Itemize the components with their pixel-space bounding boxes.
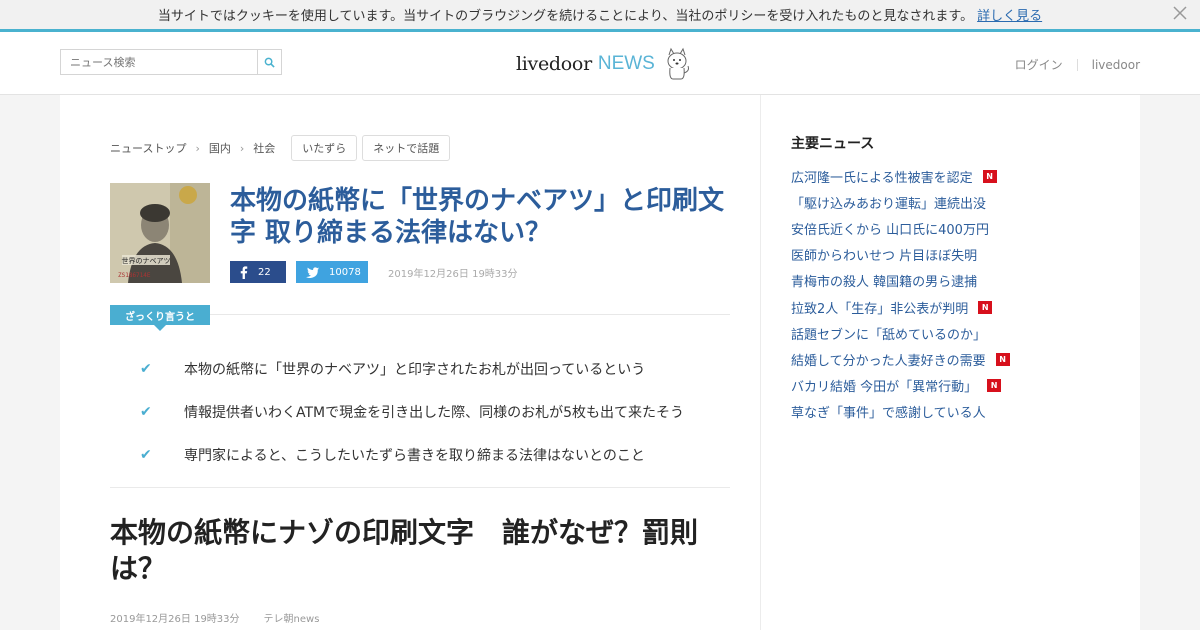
news-list-item[interactable]: 話題セブンに「舐めているのか」 xyxy=(791,320,1010,346)
cookie-message: 当サイトではクッキーを使用しています。当サイトのブラウジングを続けることにより、… xyxy=(157,9,974,24)
breadcrumb-item[interactable]: 社会 xyxy=(253,140,275,156)
tag-button[interactable]: いたずら xyxy=(291,135,358,161)
site-header: livedoor NEWS ログイン livedoor xyxy=(0,32,1200,95)
summary-text: 情報提供者いわくATMで現金を引き出した際、同様のお札が5枚も出て来たそう xyxy=(184,404,685,421)
news-list-item[interactable]: 医師からわいせつ 片目ほぼ失明 xyxy=(791,242,1010,268)
twitter-share-button[interactable]: 10078 xyxy=(296,261,368,283)
summary-item: ✔ 専門家によると、こうしたいたずら書きを取り締まる法律はないとのこと xyxy=(140,433,740,476)
social-bar: 22 10078 2019年12月26日 19時33分 xyxy=(230,261,518,283)
thumb-text: 世界のナベアツ xyxy=(122,256,171,265)
check-icon: ✔ xyxy=(140,446,152,463)
news-list-item[interactable]: 広河隆一氏による性被害を認定 N xyxy=(791,163,1010,189)
news-list: 広河隆一氏による性被害を認定 N 「駆け込みあおり運転」連続出没 安倍氏近くから 山口… xyxy=(791,163,1010,425)
article-date: 2019年12月26日 19時33分 xyxy=(110,614,240,625)
news-list-item[interactable]: 青梅市の殺人 韓国籍の男ら逮捕 xyxy=(791,268,1010,294)
news-link[interactable]: 広河隆一氏による性被害を認定 xyxy=(791,167,973,186)
chevron-right-icon: › xyxy=(239,141,245,155)
news-link[interactable]: 話題セブンに「舐めているのか」 xyxy=(791,324,986,343)
header-links: ログイン livedoor xyxy=(1015,56,1140,73)
news-link[interactable]: 青梅市の殺人 韓国籍の男ら逮捕 xyxy=(791,271,977,290)
svg-text:ZS186714E: ZS186714E xyxy=(118,272,151,279)
breadcrumb: ニューストップ › 国内 › 社会 いたずら ネットで話題 xyxy=(110,135,451,161)
search-input[interactable] xyxy=(61,50,257,74)
new-badge: N xyxy=(995,352,1010,366)
site-logo[interactable]: livedoor NEWS xyxy=(516,46,691,82)
article-source[interactable]: テレ朝news xyxy=(264,610,320,625)
search-icon xyxy=(264,57,275,68)
logo-news: NEWS xyxy=(597,53,655,74)
news-list-item[interactable]: 拉致2人「生存」非公表が判明 N xyxy=(791,294,1010,320)
new-badge: N xyxy=(982,169,997,183)
summary-list: ✔ 本物の紙幣に「世界のナベアツ」と印字されたお札が出回っているという ✔ 情報… xyxy=(140,347,740,476)
dog-mascot-icon xyxy=(667,47,689,80)
summary-item: ✔ 本物の紙幣に「世界のナベアツ」と印字されたお札が出回っているという xyxy=(140,347,740,390)
facebook-count: 22 xyxy=(258,266,271,278)
news-link[interactable]: 安倍氏近くから 山口氏に400万円 xyxy=(791,219,989,238)
chevron-right-icon: › xyxy=(195,141,200,155)
divider xyxy=(110,487,730,488)
news-link[interactable]: バカリ結婚 今田が「異常行動」 xyxy=(791,376,977,395)
news-list-item[interactable]: 安倍氏近くから 山口氏に400万円 xyxy=(791,215,1010,241)
twitter-count: 10078 xyxy=(329,266,361,278)
sidebar-title: 主要ニュース xyxy=(791,136,875,152)
publish-date: 2019年12月26日 19時33分 xyxy=(388,268,518,280)
close-icon[interactable] xyxy=(1170,5,1190,25)
tag-button[interactable]: ネットで話題 xyxy=(362,135,451,161)
summary-text: 専門家によると、こうしたいたずら書きを取り締まる法律はないとのこと xyxy=(184,447,645,464)
search-box xyxy=(60,49,282,75)
separator xyxy=(1076,58,1078,71)
facebook-icon xyxy=(240,265,248,279)
sidebar: 主要ニュース 広河隆一氏による性被害を認定 N 「駆け込みあおり運転」連続出没 安倍氏… xyxy=(760,95,1140,630)
cookie-banner: 当サイトではクッキーを使用しています。当サイトのブラウジングを続けることにより、… xyxy=(0,0,1200,32)
login-link[interactable]: ログイン xyxy=(1015,56,1063,73)
check-icon: ✔ xyxy=(140,360,152,377)
news-list-item[interactable]: 「駆け込みあおり運転」連続出没 xyxy=(791,189,1010,215)
news-link[interactable]: 結婚して分かった人妻好きの需要 xyxy=(791,350,986,369)
summary-item: ✔ 情報提供者いわくATMで現金を引き出した際、同様のお札が5枚も出て来たそう xyxy=(140,390,740,433)
breadcrumb-item[interactable]: 国内 xyxy=(209,140,231,156)
new-badge: N xyxy=(978,300,993,314)
news-link[interactable]: 拉致2人「生存」非公表が判明 xyxy=(791,298,968,317)
logo-livedoor: livedoor xyxy=(516,53,592,75)
twitter-icon xyxy=(306,266,319,278)
article-title: 本物の紙幣に「世界のナベアツ」と印刷文字 取り締まる法律はない？ xyxy=(230,186,725,248)
breadcrumb-item[interactable]: ニューストップ xyxy=(110,140,186,156)
article-thumbnail[interactable]: 世界のナベアツ ZS186714E xyxy=(110,183,210,283)
main-content: ニューストップ › 国内 › 社会 いたずら ネットで話題 世界のナベアツ ZS… xyxy=(60,95,760,630)
news-link[interactable]: 医師からわいせつ 片目ほぼ失明 xyxy=(791,245,977,264)
summary-label: ざっくり言うと xyxy=(110,305,210,331)
summary-text: 本物の紙幣に「世界のナベアツ」と印字されたお札が出回っているという xyxy=(184,361,646,378)
article-headline: 本物の紙幣にナゾの印刷文字 誰がなぜ？罰則は？ xyxy=(110,516,699,585)
facebook-share-button[interactable]: 22 xyxy=(230,261,286,283)
check-icon: ✔ xyxy=(140,403,152,420)
cookie-details-link[interactable]: 詳しく見る xyxy=(977,5,1042,24)
divider xyxy=(210,314,730,315)
new-badge: N xyxy=(987,379,1002,393)
livedoor-link[interactable]: livedoor xyxy=(1092,58,1140,72)
news-link[interactable]: 草なぎ「事件」で感謝している人 xyxy=(791,402,986,421)
news-list-item[interactable]: バカリ結婚 今田が「異常行動」 N xyxy=(791,373,1010,399)
news-list-item[interactable]: 草なぎ「事件」で感謝している人 xyxy=(791,399,1010,425)
news-link[interactable]: 「駆け込みあおり運転」連続出没 xyxy=(791,193,986,212)
article-meta: 2019年12月26日 19時33分 テレ朝news xyxy=(110,610,319,625)
search-button[interactable] xyxy=(257,50,281,74)
news-list-item[interactable]: 結婚して分かった人妻好きの需要 N xyxy=(791,346,1010,372)
